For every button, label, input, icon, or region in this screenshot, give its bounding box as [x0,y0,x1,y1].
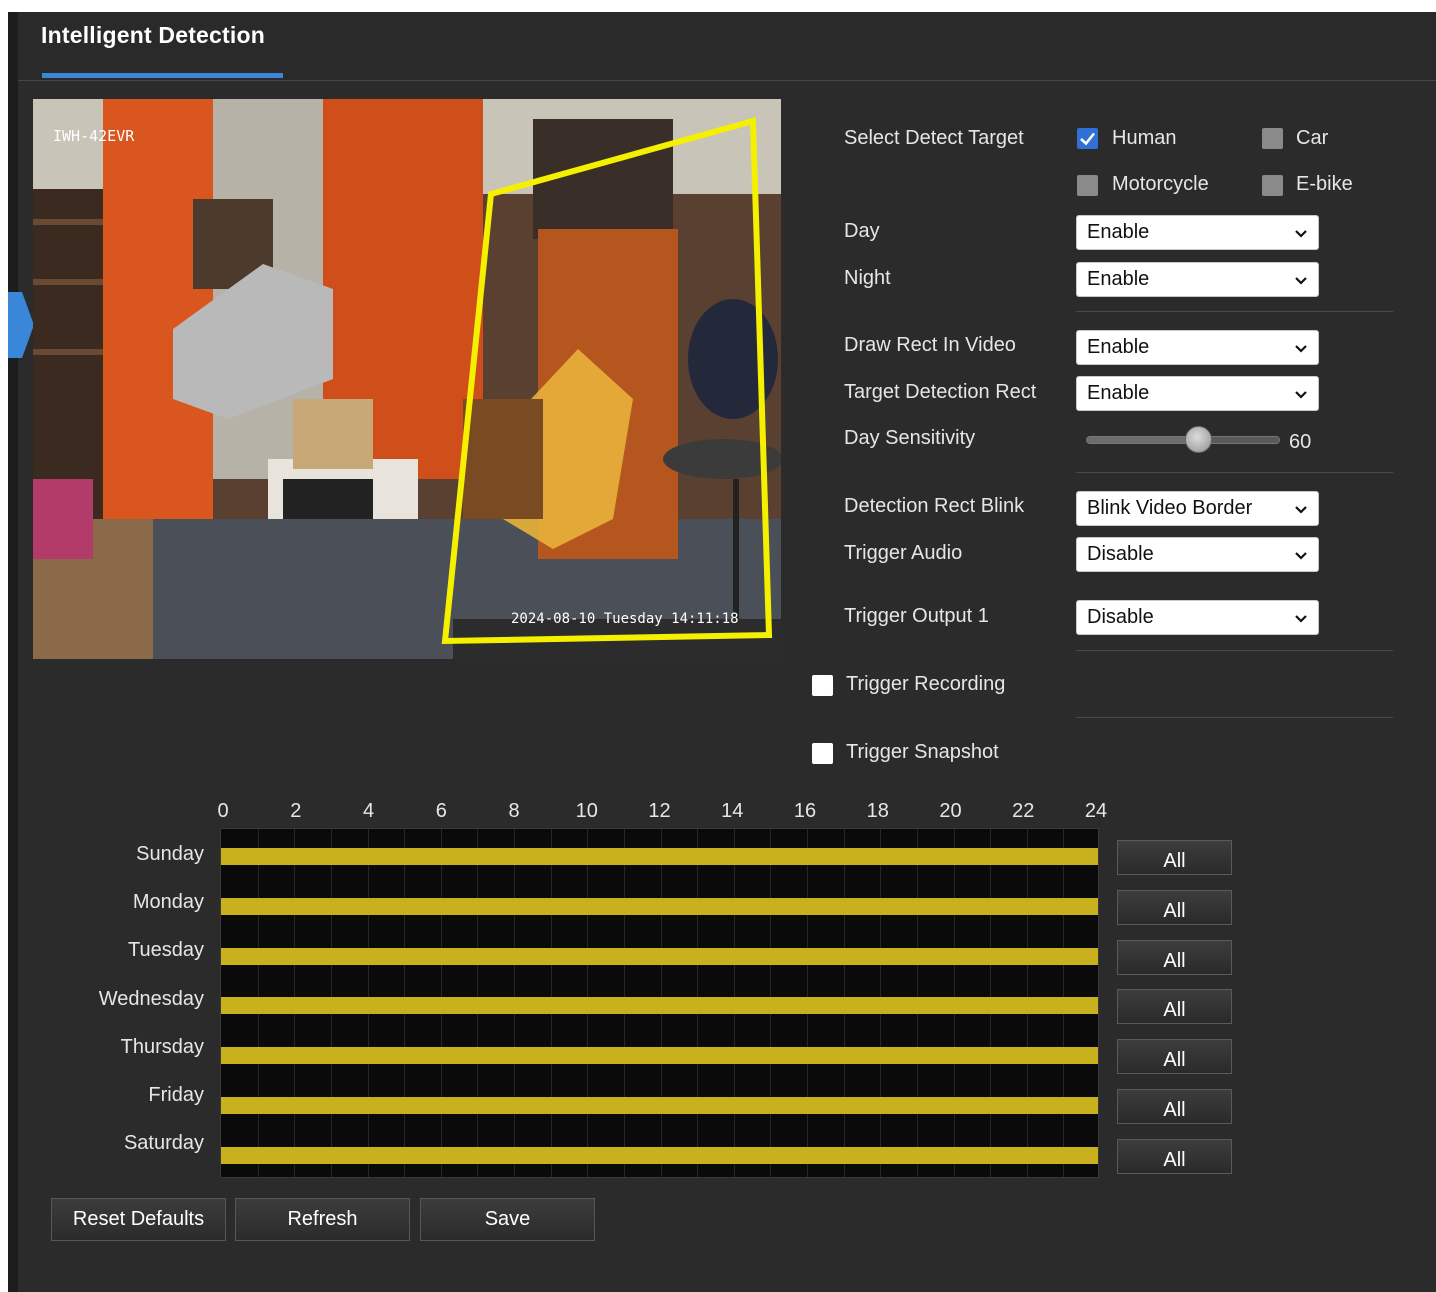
schedule-hour-label: 20 [939,800,962,822]
check-icon [1080,132,1096,146]
schedule-hour-label: 10 [575,800,598,822]
schedule-bar-friday[interactable] [221,1097,1098,1114]
chevron-down-icon [1295,230,1307,238]
target-rect-select-value: Enable [1087,382,1150,404]
section-divider [1076,472,1393,473]
schedule-hour-label: 18 [866,800,889,822]
trigger-output-select[interactable]: Disable [1076,600,1319,635]
tab-intelligent-detection[interactable]: Intelligent Detection [41,22,265,49]
schedule-hour-label: 22 [1012,800,1035,822]
day-label-thursday: Thursday [120,1035,204,1058]
schedule-hour-label: 14 [721,800,744,822]
human-checkbox[interactable] [1077,128,1098,149]
schedule-hour-label: 6 [435,800,447,822]
trigger-output-select-value: Disable [1087,606,1154,628]
rect-blink-select[interactable]: Blink Video Border [1076,491,1319,526]
schedule-bar-monday[interactable] [221,897,1098,915]
draw-rect-label: Draw Rect In Video [844,334,1016,356]
trigger-recording-checkbox[interactable] [812,675,833,696]
chevron-down-icon [1295,506,1307,514]
draw-rect-select-value: Enable [1087,336,1150,358]
car-label: Car [1296,127,1329,149]
video-camera-label: IWH-42EVR [53,127,135,145]
active-tab-indicator [42,73,283,78]
schedule-hour-label: 8 [508,800,520,822]
trigger-audio-select[interactable]: Disable [1076,537,1319,572]
section-divider [1076,650,1393,651]
ebike-label: E-bike [1296,173,1353,195]
trigger-audio-select-value: Disable [1087,543,1154,565]
day-label: Day [844,220,880,242]
trigger-recording-label: Trigger Recording [846,673,1006,695]
day-sensitivity-slider-thumb[interactable] [1185,426,1212,453]
day-sensitivity-slider-track[interactable] [1086,436,1280,444]
night-select-value: Enable [1087,268,1150,290]
day-label-tuesday: Tuesday [128,939,204,962]
detect-target-label: Select Detect Target [844,127,1024,149]
left-edge-bar [8,12,18,1292]
chevron-down-icon [1295,277,1307,285]
day-label-saturday: Saturday [123,1132,204,1155]
schedule-bar-sunday[interactable] [221,848,1098,865]
draw-rect-select[interactable]: Enable [1076,330,1319,365]
schedule-bar-saturday[interactable] [221,1146,1098,1164]
day-sensitivity-value: 60 [1289,431,1312,453]
day-sensitivity-label: Day Sensitivity [844,427,976,449]
schedule-bar-wednesday[interactable] [221,997,1098,1015]
day-label-sunday: Sunday [136,843,204,865]
rect-blink-select-value: Blink Video Border [1087,497,1253,519]
schedule-bar-tuesday[interactable] [221,947,1098,965]
schedule-hour-label: 12 [648,800,671,822]
select-all-tuesday-button[interactable]: All [1117,939,1232,975]
schedule-hour-label: 0 [217,800,229,822]
day-label-wednesday: Wednesday [98,987,204,1010]
schedule-grid[interactable] [220,828,1099,1178]
select-all-thursday-button[interactable]: All [1117,1039,1232,1075]
select-all-sunday-button[interactable]: All [1117,840,1232,875]
trigger-snapshot-checkbox[interactable] [812,743,833,764]
schedule-hour-label: 16 [793,800,817,822]
day-select[interactable]: Enable [1076,215,1319,250]
target-rect-label: Target Detection Rect [844,381,1037,403]
schedule-hour-label: 4 [362,800,375,822]
day-label-monday: Monday [132,891,204,914]
select-all-friday-button[interactable]: All [1117,1089,1232,1124]
section-divider [1076,717,1393,718]
select-all-monday-button[interactable]: All [1117,889,1232,925]
chevron-down-icon [1295,391,1307,399]
schedule-bar-thursday[interactable] [221,1047,1098,1065]
schedule-hour-label: 24 [1084,800,1108,822]
rect-blink-label: Detection Rect Blink [844,495,1025,517]
select-all-wednesday-button[interactable]: All [1117,989,1232,1025]
motorcycle-checkbox[interactable] [1077,175,1098,196]
motorcycle-label: Motorcycle [1112,173,1209,195]
day-select-value: Enable [1087,221,1150,243]
select-all-saturday-button[interactable]: All [1117,1138,1232,1174]
chevron-down-icon [1295,615,1307,623]
trigger-snapshot-label: Trigger Snapshot [846,741,999,763]
target-rect-select[interactable]: Enable [1076,376,1319,411]
save-button[interactable]: Save [420,1198,595,1241]
chevron-down-icon [1295,552,1307,560]
chevron-down-icon [1295,345,1307,353]
trigger-audio-label: Trigger Audio [844,542,963,564]
schedule-hour-label: 2 [290,800,302,822]
trigger-output-label: Trigger Output 1 [844,605,989,627]
live-video-preview[interactable]: IWH-42EVR 2024-08-10 Tuesday 14:11:18 [33,99,781,659]
expand-panel-icon[interactable] [8,292,34,358]
video-timestamp: 2024-08-10 Tuesday 14:11:18 [511,611,739,627]
day-label-friday: Friday [148,1084,204,1106]
reset-defaults-button[interactable]: Reset Defaults [51,1198,226,1241]
car-checkbox[interactable] [1262,128,1283,149]
section-divider [1076,311,1393,312]
refresh-button[interactable]: Refresh [235,1198,410,1241]
night-select[interactable]: Enable [1076,262,1319,297]
night-label: Night [844,267,891,289]
human-label: Human [1112,127,1177,149]
ebike-checkbox[interactable] [1262,175,1283,196]
